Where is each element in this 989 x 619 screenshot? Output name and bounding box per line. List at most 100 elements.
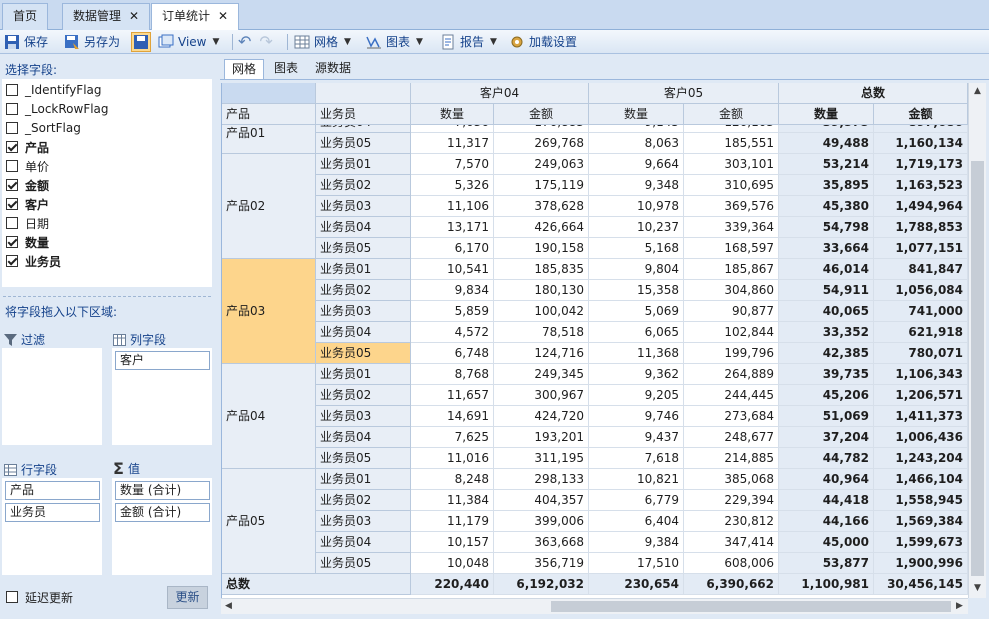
value-cell[interactable]: 100,042 xyxy=(494,301,589,322)
value-cell[interactable]: 1,558,945 xyxy=(874,490,968,511)
value-cell[interactable]: 269,768 xyxy=(494,133,589,154)
value-cell[interactable]: 1,569,384 xyxy=(874,511,968,532)
checkbox-box[interactable] xyxy=(6,591,18,603)
salesman-row-header[interactable]: 业务员04 xyxy=(316,322,411,343)
value-cell[interactable]: 9,804 xyxy=(589,259,684,280)
field-checkbox[interactable] xyxy=(6,122,18,134)
salesman-header[interactable]: 业务员 xyxy=(316,104,411,125)
value-cell[interactable]: 44,782 xyxy=(779,448,874,469)
field-item[interactable]: 金额 xyxy=(6,176,49,194)
value-field-chip[interactable]: 数量 (合计) xyxy=(115,481,210,500)
salesman-row-header[interactable]: 业务员05 xyxy=(316,343,411,364)
product-row-header[interactable]: 产品03 xyxy=(222,259,316,364)
value-cell[interactable]: 10,048 xyxy=(411,553,494,574)
value-cell[interactable]: 1,160,134 xyxy=(874,133,968,154)
value-cell[interactable]: 248,677 xyxy=(684,427,779,448)
value-cell[interactable]: 1,056,084 xyxy=(874,280,968,301)
value-cell[interactable]: 11,179 xyxy=(411,511,494,532)
toggle-save-button[interactable] xyxy=(131,32,151,52)
value-cell[interactable]: 54,798 xyxy=(779,217,874,238)
field-item[interactable]: 产品 xyxy=(6,138,49,156)
value-cell[interactable]: 45,380 xyxy=(779,196,874,217)
value-cell[interactable]: 1,719,173 xyxy=(874,154,968,175)
value-cell[interactable]: 1,077,151 xyxy=(874,238,968,259)
tab-data-management[interactable]: 数据管理 ✕ xyxy=(62,3,151,30)
salesman-row-header[interactable]: 业务员05 xyxy=(316,448,411,469)
value-cell[interactable]: 11,106 xyxy=(411,196,494,217)
value-cell[interactable]: 356,719 xyxy=(494,553,589,574)
undo-button[interactable]: ↶ ↷ xyxy=(238,32,273,52)
row-field-chip[interactable]: 业务员 xyxy=(5,503,100,522)
value-cell[interactable]: 37,204 xyxy=(779,427,874,448)
value-cell[interactable]: 363,668 xyxy=(494,532,589,553)
value-cell[interactable]: 1,494,964 xyxy=(874,196,968,217)
measure-header[interactable]: 数量 xyxy=(411,104,494,125)
grand-total-cell[interactable]: 6,390,662 xyxy=(684,574,779,595)
salesman-row-header[interactable]: 业务员03 xyxy=(316,301,411,322)
field-checkbox[interactable] xyxy=(6,198,18,210)
report-button[interactable]: 报告 ▼ xyxy=(440,32,497,52)
value-cell[interactable]: 1,163,523 xyxy=(874,175,968,196)
value-cell[interactable]: 5,168 xyxy=(589,238,684,259)
value-cell[interactable]: 1,788,853 xyxy=(874,217,968,238)
value-cell[interactable]: 45,206 xyxy=(779,385,874,406)
value-cell[interactable]: 8,063 xyxy=(589,133,684,154)
value-cell[interactable]: 35,895 xyxy=(779,175,874,196)
value-cell[interactable]: 311,195 xyxy=(494,448,589,469)
horizontal-scrollbar[interactable]: ◀ ▶ xyxy=(221,598,968,614)
value-zone[interactable]: 数量 (合计) 金额 (合计) xyxy=(112,478,212,575)
value-cell[interactable]: 193,201 xyxy=(494,427,589,448)
value-cell[interactable]: 1,411,373 xyxy=(874,406,968,427)
value-cell[interactable]: 6,779 xyxy=(589,490,684,511)
column-zone[interactable]: 客户 xyxy=(112,348,212,445)
value-cell[interactable]: 10,978 xyxy=(589,196,684,217)
product-header[interactable]: 产品 xyxy=(222,104,316,125)
value-cell[interactable]: 310,695 xyxy=(684,175,779,196)
value-cell[interactable]: 244,445 xyxy=(684,385,779,406)
value-cell[interactable]: 39,735 xyxy=(779,364,874,385)
load-settings-button[interactable]: 加载设置 xyxy=(509,32,577,52)
measure-header[interactable]: 金额 xyxy=(874,104,968,125)
salesman-row-header[interactable]: 业务员02 xyxy=(316,280,411,301)
close-icon[interactable]: ✕ xyxy=(218,9,228,23)
value-cell[interactable]: 385,068 xyxy=(684,469,779,490)
customer-header[interactable]: 客户05 xyxy=(589,83,779,104)
value-cell[interactable]: 8,768 xyxy=(411,364,494,385)
product-row-header[interactable]: 产品02 xyxy=(222,154,316,259)
value-cell[interactable]: 11,317 xyxy=(411,133,494,154)
field-item[interactable]: 业务员 xyxy=(6,252,61,270)
grand-total-cell[interactable]: 230,654 xyxy=(589,574,684,595)
customer-header[interactable]: 客户04 xyxy=(411,83,589,104)
value-cell[interactable]: 300,967 xyxy=(494,385,589,406)
value-cell[interactable]: 6,404 xyxy=(589,511,684,532)
salesman-row-header[interactable]: 业务员04 xyxy=(316,217,411,238)
field-checkbox[interactable] xyxy=(6,255,18,267)
value-cell[interactable]: 78,518 xyxy=(494,322,589,343)
value-cell[interactable]: 621,918 xyxy=(874,322,968,343)
value-cell[interactable]: 249,063 xyxy=(494,154,589,175)
save-button[interactable]: 保存 xyxy=(4,32,48,52)
value-cell[interactable]: 214,885 xyxy=(684,448,779,469)
tab-home[interactable]: 首页 xyxy=(2,3,49,30)
value-cell[interactable]: 17,510 xyxy=(589,553,684,574)
field-item[interactable]: 日期 xyxy=(6,214,49,232)
value-cell[interactable]: 40,964 xyxy=(779,469,874,490)
product-row-header[interactable]: 产品05 xyxy=(222,469,316,574)
value-cell[interactable]: 185,835 xyxy=(494,259,589,280)
view-dropdown[interactable]: View ▼ xyxy=(158,32,219,52)
value-cell[interactable]: 15,358 xyxy=(589,280,684,301)
value-cell[interactable]: 841,847 xyxy=(874,259,968,280)
measure-header[interactable]: 金额 xyxy=(684,104,779,125)
measure-header[interactable]: 数量 xyxy=(779,104,874,125)
salesman-row-header[interactable]: 业务员02 xyxy=(316,175,411,196)
value-cell[interactable]: 5,326 xyxy=(411,175,494,196)
field-item[interactable]: _LockRowFlag xyxy=(6,100,109,118)
value-cell[interactable]: 10,157 xyxy=(411,532,494,553)
value-cell[interactable]: 49,488 xyxy=(779,133,874,154)
value-cell[interactable]: 45,000 xyxy=(779,532,874,553)
grand-total-cell[interactable]: 220,440 xyxy=(411,574,494,595)
value-cell[interactable]: 6,170 xyxy=(411,238,494,259)
field-checkbox[interactable] xyxy=(6,236,18,248)
value-cell[interactable]: 230,812 xyxy=(684,511,779,532)
value-cell[interactable]: 14,691 xyxy=(411,406,494,427)
